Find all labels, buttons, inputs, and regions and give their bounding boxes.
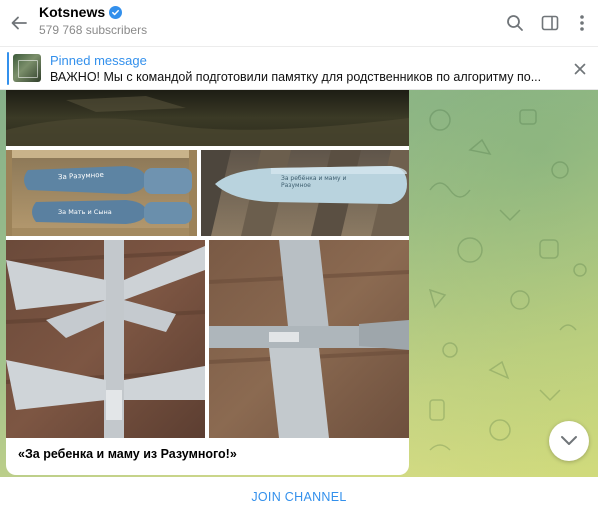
- search-button[interactable]: [503, 11, 527, 35]
- back-button[interactable]: [6, 10, 32, 36]
- photo-3[interactable]: За ребёнка и маму и Разумное: [201, 150, 409, 236]
- chat-header: Kotsnews 579 768 subscribers: [0, 0, 598, 46]
- sidebar-toggle-icon: [541, 15, 559, 31]
- verified-icon: [109, 5, 123, 19]
- subscriber-count: 579 768 subscribers: [39, 23, 148, 37]
- scroll-down-button[interactable]: [549, 421, 589, 461]
- message-bubble[interactable]: За Разумное За Мать и Сына За ребёнка и …: [6, 90, 409, 475]
- chat-area[interactable]: За Разумное За Мать и Сына За ребёнка и …: [0, 90, 598, 477]
- photo-5[interactable]: [209, 240, 409, 438]
- more-vertical-icon: [580, 15, 584, 31]
- arrow-left-icon: [11, 16, 27, 30]
- photo-3-inscription: За ребёнка и маму и Разумное: [281, 175, 347, 189]
- unpin-button[interactable]: [570, 59, 590, 79]
- join-channel-button[interactable]: JOIN CHANNEL: [251, 490, 346, 504]
- photo-2[interactable]: За Разумное За Мать и Сына: [6, 150, 197, 236]
- message-caption: «За ребенка и маму из Разумного!»: [18, 447, 237, 461]
- photo-3-image: [201, 150, 409, 236]
- sidebar-toggle-button[interactable]: [538, 11, 562, 35]
- pinned-text: ВАЖНО! Мы с командой подготовили памятку…: [50, 70, 542, 84]
- more-menu-button[interactable]: [570, 11, 594, 35]
- pinned-thumbnail: [13, 54, 41, 82]
- photo-4[interactable]: [6, 240, 205, 438]
- channel-title: Kotsnews: [39, 4, 106, 20]
- photo-1[interactable]: [6, 90, 409, 146]
- photo-1-image: [6, 96, 409, 146]
- pinned-indicator: [7, 52, 9, 85]
- search-icon: [507, 15, 523, 31]
- close-icon: [574, 63, 586, 75]
- photo-2-image: [6, 150, 197, 236]
- channel-info[interactable]: Kotsnews 579 768 subscribers: [39, 4, 147, 37]
- photo-4-image: [6, 240, 205, 438]
- chevron-down-icon: [561, 436, 577, 445]
- photo-5-image: [209, 240, 409, 438]
- join-channel-bar: JOIN CHANNEL: [0, 477, 598, 516]
- telegram-channel-window: Kotsnews 579 768 subscribers Pinned mess…: [0, 0, 598, 516]
- pinned-title: Pinned message: [50, 53, 147, 68]
- photo-2-inscription-2: За Мать и Сына: [58, 208, 112, 216]
- pinned-message-bar[interactable]: Pinned message ВАЖНО! Мы с командой подг…: [0, 46, 598, 90]
